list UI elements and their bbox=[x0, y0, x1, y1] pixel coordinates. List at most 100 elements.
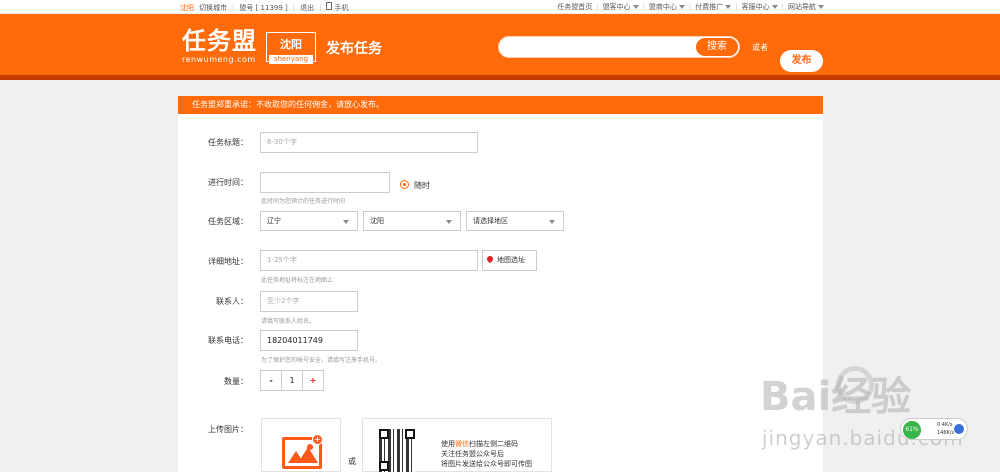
chevron-down-icon bbox=[343, 220, 349, 224]
title-input[interactable]: 6-30个字 bbox=[260, 132, 478, 153]
map-select-button[interactable]: 地图选址 bbox=[482, 250, 537, 271]
upload-label: 上传图片： bbox=[208, 425, 248, 434]
area-label: 任务区域： bbox=[208, 217, 248, 226]
mobile-link[interactable]: 手机 bbox=[326, 2, 348, 13]
province-value: 辽宁 bbox=[267, 217, 281, 225]
app-icon bbox=[954, 424, 964, 434]
contact-label: 联系人： bbox=[216, 297, 248, 306]
district-value: 请选择地区 bbox=[473, 217, 508, 225]
wechat-instruction-line: 使用微信扫描左侧二维码 bbox=[441, 439, 532, 449]
phone-icon bbox=[326, 2, 333, 10]
qr-finder bbox=[405, 429, 415, 439]
time-input[interactable] bbox=[260, 172, 390, 193]
address-input[interactable]: 1-25个字 bbox=[260, 250, 478, 271]
address-hint: 此任务地址将标注在地图上 bbox=[261, 277, 334, 284]
map-pin-icon bbox=[485, 254, 495, 264]
divider: | bbox=[642, 3, 645, 11]
search-button[interactable]: 搜索 bbox=[696, 38, 738, 56]
top-bar: 沈阳 切换城市 | 盟号 [ 11399 ] | 退出 | 手机 任务盟首页 |… bbox=[0, 0, 1000, 14]
city-badge[interactable]: 沈阳 shenyang bbox=[266, 32, 316, 64]
time-label: 进行时间： bbox=[208, 178, 248, 187]
city-badge-en: shenyang bbox=[269, 55, 313, 64]
quantity-label: 数量： bbox=[224, 377, 248, 386]
instr-wechat: 微信 bbox=[455, 440, 469, 448]
header: 任务盟 renwumeng.com 沈阳 shenyang 发布任务 搜索 或者… bbox=[0, 14, 1000, 80]
logo-domain: renwumeng.com bbox=[182, 55, 256, 64]
user-center-menu[interactable]: 盟客中心 bbox=[603, 2, 639, 12]
chevron-down-icon bbox=[632, 5, 639, 9]
search-input[interactable] bbox=[507, 40, 687, 54]
time-hint: 此时间为您预计的任务进行时间 bbox=[261, 198, 346, 205]
wechat-upload-panel: 使用微信扫描左侧二维码 关注任务盟公众号后 将图片发送给公众号即可传图 bbox=[362, 418, 552, 472]
publish-button[interactable]: 发布 bbox=[780, 50, 823, 72]
city-value: 沈阳 bbox=[370, 217, 384, 225]
upload-speed: 0.4K/s bbox=[937, 422, 953, 428]
network-speed: 0.4K/s 146K/s bbox=[937, 421, 954, 437]
logout-link[interactable]: 退出 bbox=[300, 3, 314, 13]
logo-text: 任务盟 bbox=[182, 26, 257, 55]
quantity-increase-button[interactable]: + bbox=[303, 371, 323, 390]
chevron-down-icon bbox=[549, 220, 555, 224]
network-speed-widget[interactable]: 61% 0.4K/s 146K/s bbox=[900, 418, 968, 440]
quantity-decrease-button[interactable]: - bbox=[261, 371, 281, 390]
chevron-down-icon bbox=[725, 5, 732, 9]
anytime-label: 随时 bbox=[414, 181, 430, 190]
divider: | bbox=[688, 3, 692, 11]
merchant-center-label: 盟商中心 bbox=[648, 3, 677, 11]
upload-image-button[interactable] bbox=[261, 418, 341, 472]
divider: | bbox=[735, 3, 738, 11]
or-text: 或者 bbox=[752, 43, 768, 52]
paid-promo-label: 付费推广 bbox=[695, 3, 724, 11]
mobile-label: 手机 bbox=[334, 4, 349, 12]
home-link[interactable]: 任务盟首页 bbox=[557, 2, 592, 12]
download-speed: 146K/s bbox=[937, 430, 955, 436]
quantity-stepper: - 1 + bbox=[260, 370, 324, 391]
service-center-label: 客服中心 bbox=[741, 3, 770, 11]
account-id[interactable]: 盟号 [ 11399 ] bbox=[239, 3, 287, 13]
top-bar-right: 任务盟首页 | 盟客中心 | 盟商中心 | 付费推广 | 客服中心 | 网站导航 bbox=[557, 2, 824, 12]
page-title: 发布任务 bbox=[326, 41, 382, 57]
commitment-notice: 任务盟郑重承诺：不收取您的任何佣金，请放心发布。 bbox=[178, 96, 823, 114]
city-badge-cn: 沈阳 bbox=[280, 38, 302, 51]
divider: | bbox=[319, 3, 322, 12]
divider: | bbox=[232, 3, 235, 12]
phone-hint: 为了保护您的帐号安全，请填写注册手机号。 bbox=[261, 357, 382, 364]
phone-input[interactable]: 18204011749 bbox=[260, 330, 358, 351]
network-percent: 61% bbox=[903, 421, 921, 439]
contact-input[interactable]: 至少2个字 bbox=[260, 291, 358, 312]
chevron-down-icon bbox=[678, 5, 685, 9]
divider: | bbox=[292, 3, 296, 12]
qr-finder bbox=[379, 461, 389, 471]
watermark: Bai经验 bbox=[760, 374, 912, 420]
district-select[interactable]: 请选择地区 bbox=[466, 211, 564, 231]
merchant-center-menu[interactable]: 盟商中心 bbox=[649, 2, 685, 12]
phone-label: 联系电话： bbox=[208, 336, 248, 345]
divider: | bbox=[596, 3, 599, 11]
paid-promo-menu[interactable]: 付费推广 bbox=[695, 2, 732, 12]
site-logo[interactable]: 任务盟 renwumeng.com bbox=[182, 26, 257, 65]
chevron-down-icon bbox=[446, 220, 452, 224]
title-label: 任务标题： bbox=[208, 138, 248, 147]
divider: | bbox=[781, 3, 784, 11]
map-select-label: 地图选址 bbox=[497, 256, 525, 264]
instr-suffix: 扫描左侧二维码 bbox=[469, 440, 518, 448]
quantity-value[interactable]: 1 bbox=[281, 371, 303, 390]
site-nav-label: 网站导航 bbox=[788, 3, 816, 11]
site-nav-menu[interactable]: 网站导航 bbox=[788, 2, 824, 12]
current-city: 沈阳 bbox=[180, 3, 194, 12]
instr-prefix: 使用 bbox=[441, 440, 455, 448]
qr-finder bbox=[379, 429, 389, 439]
city-select[interactable]: 沈阳 bbox=[363, 211, 461, 231]
top-bar-left: 沈阳 切换城市 | 盟号 [ 11399 ] | 退出 | 手机 bbox=[180, 2, 348, 13]
chevron-down-icon bbox=[771, 5, 778, 9]
chevron-down-icon bbox=[818, 5, 824, 9]
service-center-menu[interactable]: 客服中心 bbox=[742, 2, 778, 12]
upload-or-text: 或 bbox=[348, 457, 356, 466]
wechat-instruction-line: 关注任务盟公众号后 bbox=[441, 450, 504, 458]
search-box: 搜索 bbox=[498, 36, 740, 58]
plus-icon: + bbox=[312, 434, 323, 445]
switch-city-link[interactable]: 切换城市 bbox=[199, 3, 227, 13]
anytime-radio[interactable] bbox=[400, 180, 409, 189]
province-select[interactable]: 辽宁 bbox=[260, 211, 358, 231]
wechat-instruction-line: 将图片发送给公众号即可传图 bbox=[441, 460, 532, 468]
